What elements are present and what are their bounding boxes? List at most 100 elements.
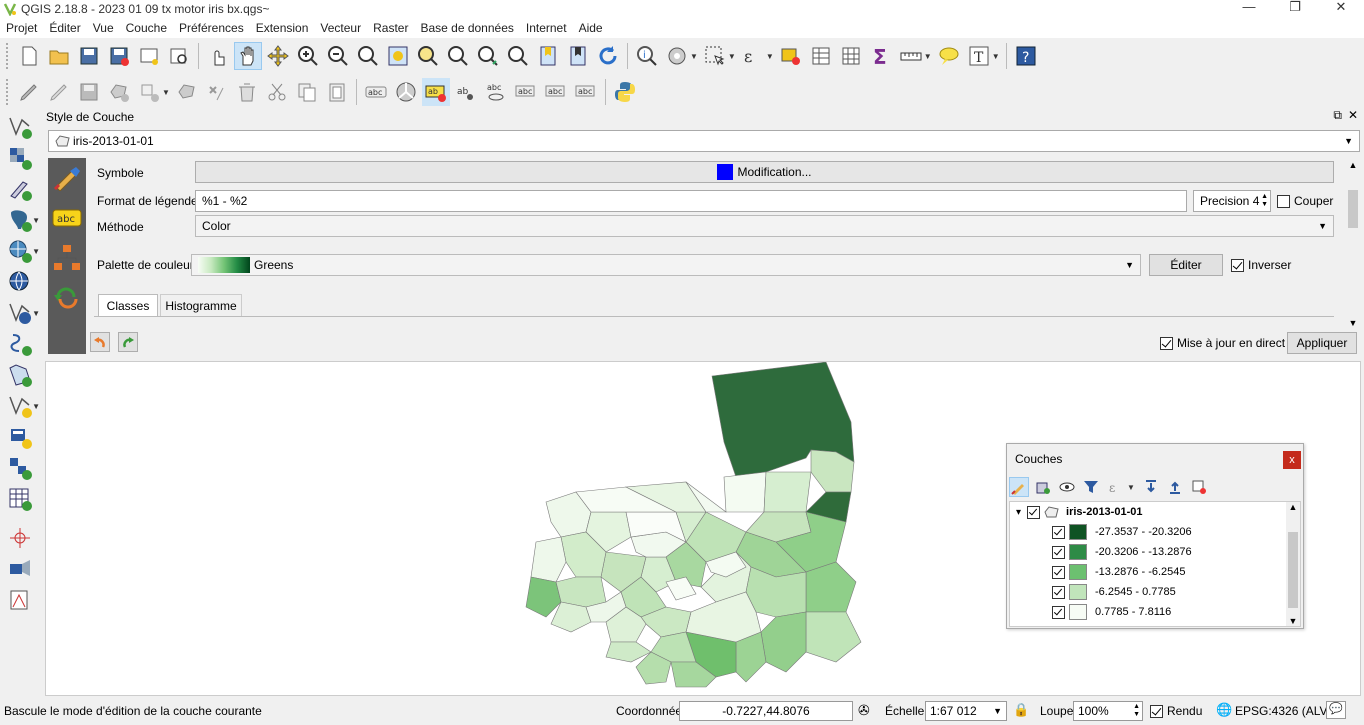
chevron-down-icon[interactable]: ▼ <box>690 52 698 61</box>
symbol-button[interactable]: Modification... <box>195 161 1334 183</box>
cut-features-icon[interactable] <box>263 78 291 106</box>
invert-checkbox[interactable]: Inverser <box>1231 258 1291 272</box>
composer-manager-icon[interactable] <box>165 42 193 70</box>
chevron-down-icon[interactable]: ▼ <box>924 52 932 61</box>
legend-class-row[interactable]: -6.2545 - 0.7785 <box>1052 582 1176 602</box>
chevron-down-icon[interactable]: ▼ <box>32 247 40 256</box>
attribute-table-icon[interactable] <box>807 42 835 70</box>
tab-classes[interactable]: Classes <box>98 294 158 316</box>
live-update-checkbox-box[interactable] <box>1160 336 1173 350</box>
copy-features-icon[interactable] <box>293 78 321 106</box>
float-panel-icon[interactable]: ⧉ <box>1333 108 1342 123</box>
run-action-icon[interactable] <box>663 42 691 70</box>
chevron-down-icon[interactable]: ▼ <box>728 52 736 61</box>
zoom-in-icon[interactable] <box>294 42 322 70</box>
georeferencer-icon[interactable] <box>2 586 38 614</box>
menu-vue[interactable]: Vue <box>89 21 122 35</box>
add-oracle-layer-icon[interactable] <box>2 423 38 451</box>
remove-layer-icon[interactable] <box>1189 477 1209 497</box>
trash-icon[interactable] <box>233 78 261 106</box>
new-shapefile-icon[interactable]: ▼ <box>2 392 40 420</box>
scroll-down-icon[interactable]: ▼ <box>1346 318 1360 328</box>
menu-editer[interactable]: Éditer <box>45 21 88 35</box>
show-hide-labels-icon[interactable]: abc <box>482 78 510 106</box>
chevron-down-icon[interactable]: ▼ <box>992 52 1000 61</box>
scrollbar-thumb[interactable] <box>1288 532 1298 608</box>
touch-zoom-icon[interactable] <box>204 42 232 70</box>
chevron-down-icon[interactable]: ▼ <box>1318 221 1327 231</box>
close-panel-icon[interactable]: ✕ <box>1348 108 1358 123</box>
render-checkbox-box[interactable] <box>1150 704 1163 718</box>
menu-preferences[interactable]: Préférences <box>175 21 252 35</box>
legend-class-row[interactable]: -20.3206 - -13.2876 <box>1052 542 1192 562</box>
menu-projet[interactable]: Projet <box>2 21 45 35</box>
paste-features-icon[interactable] <box>323 78 351 106</box>
precision-spinbox[interactable]: Precision 4 ▲ ▼ <box>1193 190 1271 212</box>
text-annotation-icon[interactable]: T <box>965 42 993 70</box>
zoom-last-icon[interactable] <box>474 42 502 70</box>
redo-button[interactable] <box>118 332 138 352</box>
change-label-icon[interactable]: abc <box>572 78 600 106</box>
menu-base-de-donnees[interactable]: Base de données <box>416 21 521 35</box>
zoom-next-icon[interactable] <box>504 42 532 70</box>
scrollbar-thumb[interactable] <box>1348 190 1358 228</box>
layers-tree[interactable]: ▾ iris-2013-01-01 -27.3537 - -20.3206 -20… <box>1009 501 1301 627</box>
color-ramp-select[interactable]: Greens ▼ <box>191 254 1141 276</box>
add-delimited-text-icon[interactable] <box>2 175 38 203</box>
node-tool-icon[interactable] <box>173 78 201 106</box>
legend-class-row[interactable]: 0.7785 - 7.8116 <box>1052 602 1171 622</box>
toggle-extents-icon[interactable]: ✇ <box>858 702 870 719</box>
add-virtual-layer-icon[interactable] <box>2 330 38 358</box>
statistics-sum-icon[interactable]: Σ <box>867 42 895 70</box>
save-as-icon[interactable] <box>105 42 133 70</box>
new-print-composer-icon[interactable] <box>135 42 163 70</box>
close-window-button[interactable]: ✕ <box>1318 0 1364 18</box>
pin-labels-icon[interactable]: ab <box>421 78 450 106</box>
measure-line-icon[interactable] <box>897 42 925 70</box>
layers-tree-scrollbar[interactable]: ▲ ▼ <box>1286 502 1300 626</box>
undo-button[interactable] <box>90 332 110 352</box>
rotate-label-icon[interactable]: abc <box>542 78 570 106</box>
save-edits-icon[interactable] <box>75 78 103 106</box>
scroll-up-icon[interactable]: ▲ <box>1286 502 1300 512</box>
add-group-icon[interactable] <box>1033 477 1053 497</box>
apply-button[interactable]: Appliquer <box>1287 332 1357 354</box>
add-feature-icon[interactable] <box>105 78 133 106</box>
chevron-down-icon[interactable]: ▼ <box>32 309 40 318</box>
show-bookmarks-icon[interactable] <box>564 42 592 70</box>
magnifier-spinbox[interactable]: 100% ▲ ▼ <box>1073 701 1143 721</box>
menu-couche[interactable]: Couche <box>122 21 175 35</box>
layer-labeling-icon[interactable]: abc <box>362 78 390 106</box>
spin-arrows-icon[interactable]: ▲ ▼ <box>1261 193 1268 209</box>
legend-class-checkbox[interactable] <box>1052 585 1065 599</box>
add-mssql-layer-icon[interactable] <box>2 454 38 482</box>
add-wms-layer-icon[interactable] <box>2 268 38 296</box>
history-tab-icon[interactable] <box>48 278 86 318</box>
invert-checkbox-box[interactable] <box>1231 258 1244 272</box>
crs-status[interactable]: EPSG:4326 (ALV) <box>1235 704 1332 718</box>
menu-vecteur[interactable]: Vecteur <box>316 21 369 35</box>
select-features-icon[interactable] <box>701 42 729 70</box>
close-layers-panel-button[interactable]: x <box>1283 451 1301 469</box>
diagrams-tab-icon[interactable] <box>48 238 86 278</box>
zoom-actual-size-icon[interactable] <box>354 42 382 70</box>
chevron-down-icon[interactable]: ▼ <box>32 402 40 411</box>
style-panel-scrollbar[interactable]: ▲ ▼ <box>1346 160 1360 328</box>
add-wcs-layer-icon[interactable] <box>2 361 38 389</box>
scale-select[interactable]: 1:67 012 ▼ <box>925 701 1007 721</box>
highlight-pinned-labels-icon[interactable]: ab <box>452 78 480 106</box>
legend-class-row[interactable]: -27.3537 - -20.3206 <box>1052 522 1192 542</box>
crs-globe-icon[interactable]: 🌐 <box>1216 702 1232 718</box>
pan-to-selection-icon[interactable] <box>264 42 292 70</box>
restore-button[interactable]: ❐ <box>1272 0 1318 18</box>
chevron-down-icon[interactable]: ▼ <box>32 216 40 225</box>
menu-extension[interactable]: Extension <box>252 21 317 35</box>
python-console-icon[interactable] <box>611 78 639 106</box>
trim-checkbox-box[interactable] <box>1277 194 1290 208</box>
filter-by-expression-icon[interactable]: ε <box>1105 477 1125 497</box>
add-raster-layer-icon[interactable] <box>2 144 38 172</box>
zoom-to-selection-icon[interactable] <box>414 42 442 70</box>
pan-map-icon[interactable] <box>234 42 262 70</box>
menu-aide[interactable]: Aide <box>575 21 611 35</box>
new-bookmark-icon[interactable] <box>534 42 562 70</box>
